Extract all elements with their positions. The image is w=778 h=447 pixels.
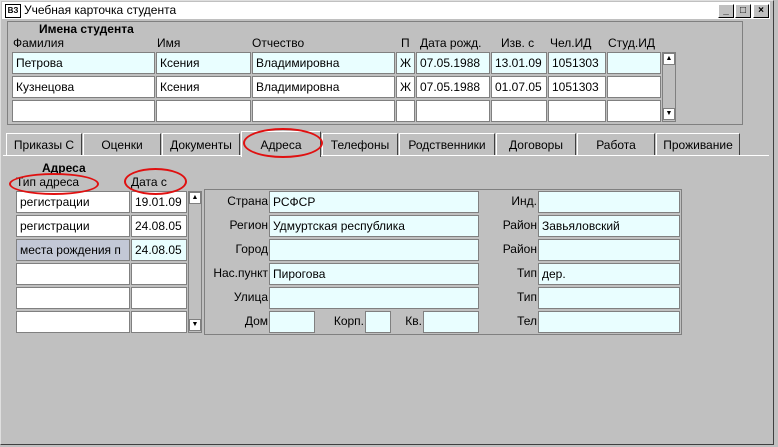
apartment-label: Кв. bbox=[405, 314, 422, 328]
country-label: Страна bbox=[227, 194, 268, 208]
address-type-field[interactable]: регистрации bbox=[16, 191, 130, 213]
student-birthdate-field[interactable]: 07.05.1988 bbox=[416, 52, 490, 74]
header-date-from: Дата с bbox=[131, 175, 167, 189]
student-known-since-field[interactable]: 01.07.05 bbox=[491, 76, 547, 98]
header-name: Имя bbox=[157, 36, 181, 50]
index-label: Инд. bbox=[511, 194, 537, 208]
tab-phones[interactable]: Телефоны bbox=[322, 133, 398, 155]
student-name-field[interactable] bbox=[156, 100, 251, 122]
district-field[interactable]: Завьяловский bbox=[538, 215, 680, 237]
street-type-field[interactable] bbox=[538, 287, 680, 309]
tab-residence[interactable]: Проживание bbox=[656, 133, 740, 155]
student-sex-field[interactable] bbox=[396, 100, 415, 122]
address-type-field-selected[interactable]: места рождения п bbox=[16, 239, 130, 261]
student-student-id-field[interactable] bbox=[607, 76, 661, 98]
tab-grades[interactable]: Оценки bbox=[83, 133, 161, 155]
house-label: Дом bbox=[244, 314, 268, 328]
header-patronymic: Отчество bbox=[252, 36, 305, 50]
building-field[interactable] bbox=[365, 311, 391, 333]
settlement-type-label: Тип bbox=[516, 266, 537, 280]
student-person-id-field[interactable] bbox=[548, 100, 606, 122]
address-date-field[interactable] bbox=[131, 287, 187, 309]
tab-addresses[interactable]: Адреса bbox=[241, 131, 321, 157]
student-name-field[interactable]: Ксения bbox=[156, 52, 251, 74]
header-person-id: Чел.ИД bbox=[550, 36, 592, 50]
student-patronymic-field[interactable] bbox=[252, 100, 395, 122]
student-name-field[interactable]: Ксения bbox=[156, 76, 251, 98]
address-type-field[interactable] bbox=[16, 263, 130, 285]
window-title: Учебная карточка студента bbox=[24, 3, 177, 17]
student-patronymic-field[interactable]: Владимировна bbox=[252, 52, 395, 74]
city-label: Город bbox=[235, 242, 268, 256]
scroll-up-icon[interactable]: ▲ bbox=[189, 192, 201, 204]
scroll-down-icon[interactable]: ▼ bbox=[663, 108, 675, 120]
student-surname-field[interactable]: Петрова bbox=[12, 52, 155, 74]
address-date-field[interactable]: 24.08.05 bbox=[131, 239, 187, 261]
apartment-field[interactable] bbox=[423, 311, 479, 333]
students-section-title: Имена студента bbox=[39, 22, 134, 36]
student-known-since-field[interactable] bbox=[491, 100, 547, 122]
tab-orders[interactable]: Приказы С bbox=[6, 133, 82, 155]
building-label: Корп. bbox=[333, 314, 364, 328]
student-student-id-field[interactable] bbox=[607, 52, 661, 74]
minimize-button[interactable]: _ bbox=[718, 4, 734, 18]
city-field[interactable] bbox=[269, 239, 479, 261]
header-student-id: Студ.ИД bbox=[608, 36, 655, 50]
student-student-id-field[interactable] bbox=[607, 100, 661, 122]
app-icon[interactable]: ВЗ bbox=[5, 4, 21, 18]
student-sex-field[interactable]: Ж bbox=[396, 52, 415, 74]
region-field[interactable]: Удмуртская республика bbox=[269, 215, 479, 237]
student-surname-field[interactable]: Кузнецова bbox=[12, 76, 155, 98]
addresses-scrollbar[interactable] bbox=[188, 191, 202, 333]
title-bar[interactable]: ВЗ Учебная карточка студента _ □ × bbox=[2, 2, 770, 19]
district2-label: Район bbox=[502, 242, 537, 256]
phone-label: Тел bbox=[517, 314, 537, 328]
address-type-field[interactable]: регистрации bbox=[16, 215, 130, 237]
close-button[interactable]: × bbox=[753, 4, 769, 18]
maximize-button[interactable]: □ bbox=[735, 4, 751, 18]
address-date-field[interactable] bbox=[131, 311, 187, 333]
student-birthdate-field[interactable] bbox=[416, 100, 490, 122]
scroll-up-icon[interactable]: ▲ bbox=[663, 53, 675, 65]
tab-documents[interactable]: Документы bbox=[162, 133, 240, 155]
header-birthdate: Дата рожд. bbox=[420, 36, 482, 50]
address-date-field[interactable]: 19.01.09 bbox=[131, 191, 187, 213]
country-field[interactable]: РСФСР bbox=[269, 191, 479, 213]
header-surname: Фамилия bbox=[13, 36, 64, 50]
index-field[interactable] bbox=[538, 191, 680, 213]
address-date-field[interactable] bbox=[131, 263, 187, 285]
address-type-field[interactable] bbox=[16, 311, 130, 333]
scroll-down-icon[interactable]: ▼ bbox=[189, 319, 201, 331]
street-type-label: Тип bbox=[516, 290, 537, 304]
region-label: Регион bbox=[229, 218, 268, 232]
street-label: Улица bbox=[233, 290, 268, 304]
addresses-section-title: Адреса bbox=[42, 161, 86, 175]
street-field[interactable] bbox=[269, 287, 479, 309]
address-date-field[interactable]: 24.08.05 bbox=[131, 215, 187, 237]
house-field[interactable] bbox=[269, 311, 315, 333]
tab-contracts[interactable]: Договоры bbox=[496, 133, 576, 155]
student-person-id-field[interactable]: 1051303 bbox=[548, 76, 606, 98]
student-person-id-field[interactable]: 1051303 bbox=[548, 52, 606, 74]
phone-field[interactable] bbox=[538, 311, 680, 333]
header-known-since: Изв. с bbox=[501, 36, 535, 50]
student-known-since-field[interactable]: 13.01.09 bbox=[491, 52, 547, 74]
student-patronymic-field[interactable]: Владимировна bbox=[252, 76, 395, 98]
settlement-label: Нас.пункт bbox=[213, 266, 268, 280]
header-address-type: Тип адреса bbox=[16, 175, 80, 189]
district2-field[interactable] bbox=[538, 239, 680, 261]
tab-work[interactable]: Работа bbox=[577, 133, 655, 155]
address-type-field[interactable] bbox=[16, 287, 130, 309]
student-surname-field[interactable] bbox=[12, 100, 155, 122]
header-sex: П bbox=[401, 36, 410, 50]
district-label: Район bbox=[502, 218, 537, 232]
tab-relatives[interactable]: Родственники bbox=[399, 133, 495, 155]
settlement-type-field[interactable]: дер. bbox=[538, 263, 680, 285]
student-sex-field[interactable]: Ж bbox=[396, 76, 415, 98]
settlement-field[interactable]: Пирогова bbox=[269, 263, 479, 285]
student-birthdate-field[interactable]: 07.05.1988 bbox=[416, 76, 490, 98]
